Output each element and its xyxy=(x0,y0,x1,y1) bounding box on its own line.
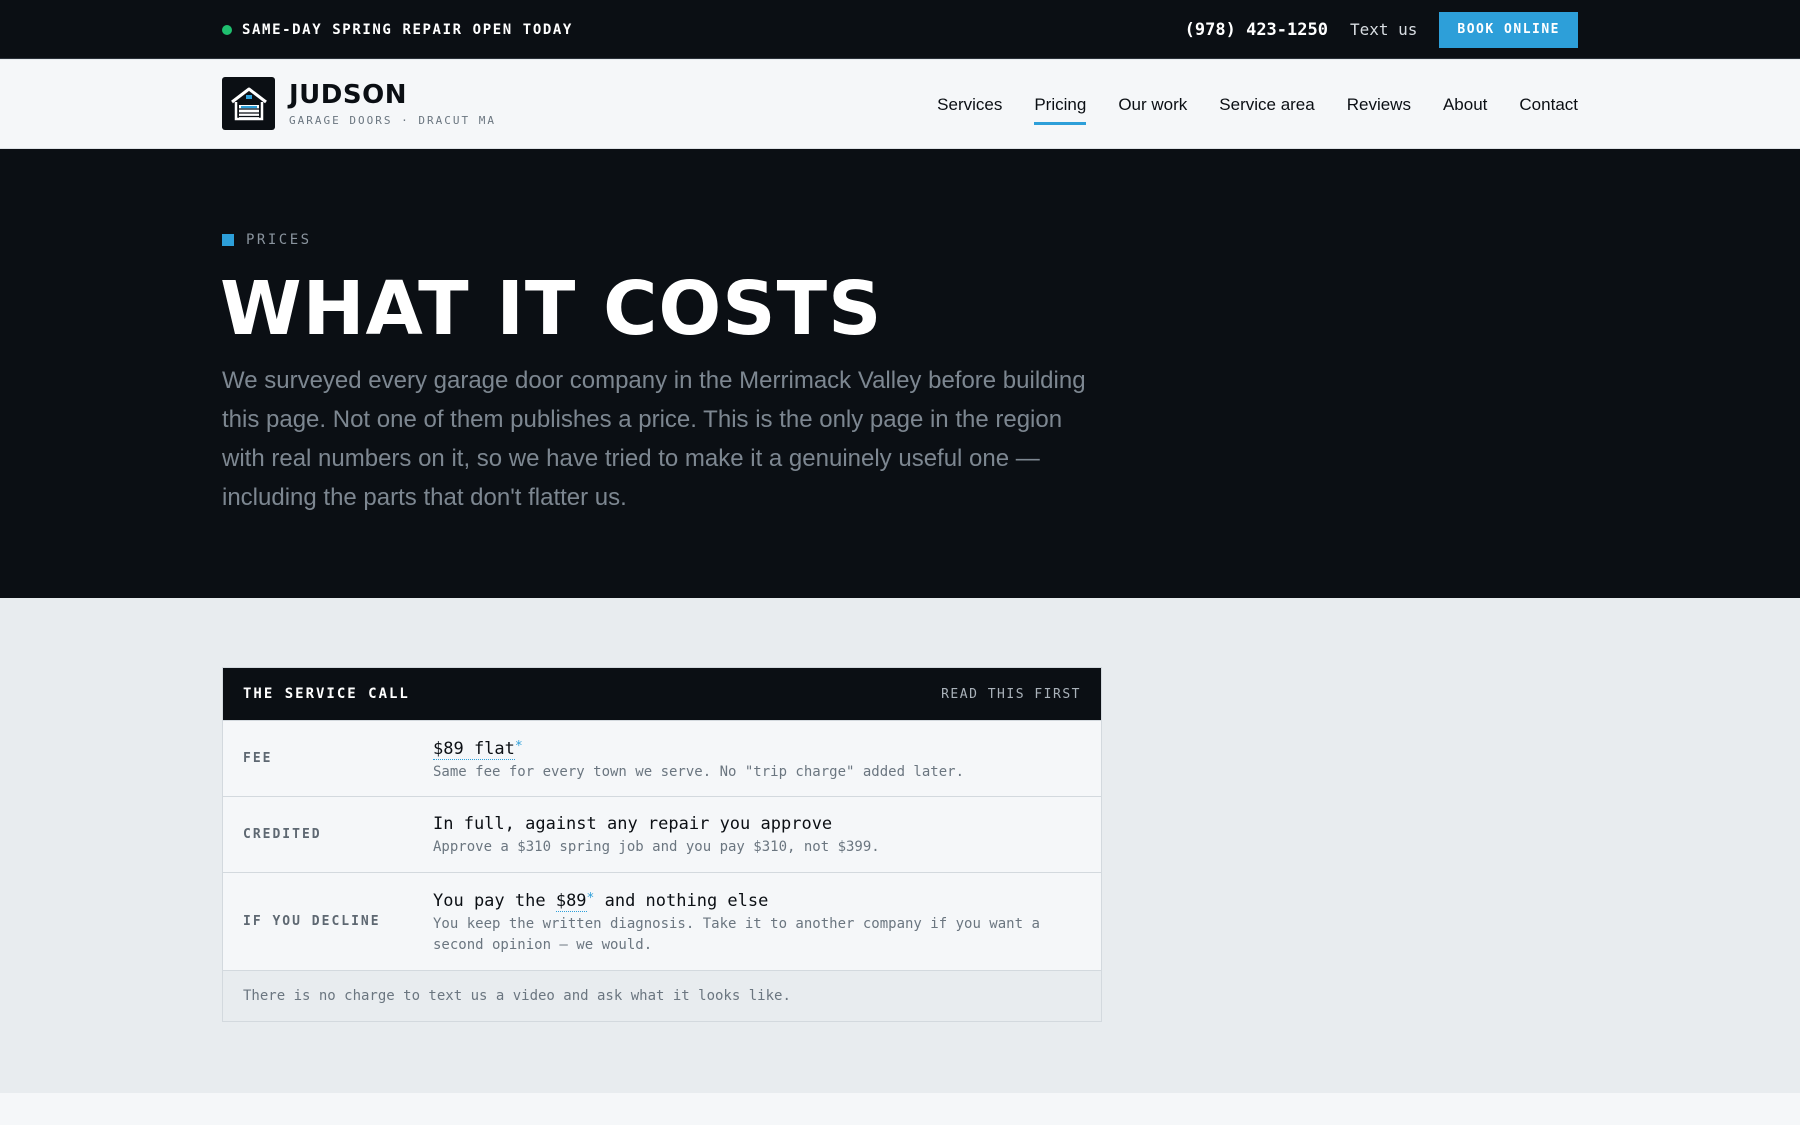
row-sub: Approve a $310 spring job and you pay $3… xyxy=(433,838,880,855)
nav-item-service-area[interactable]: Service area xyxy=(1219,95,1314,115)
nav-item-contact[interactable]: Contact xyxy=(1519,95,1578,115)
row-main-before: You pay the xyxy=(433,891,556,911)
row-value: In full, against any repair you approve … xyxy=(433,812,1101,858)
row-label: FEE xyxy=(243,751,273,766)
row-main-after: and nothing else xyxy=(594,891,769,911)
section-eyebrow: PRICES xyxy=(222,232,312,248)
brand-name: JUDSON xyxy=(289,79,407,110)
next-section-band xyxy=(0,1093,1800,1125)
table-row-fee: FEE $89 flat* Same fee for every town we… xyxy=(223,720,1101,796)
promo-banner: SAME-DAY SPRING REPAIR OPEN TODAY xyxy=(222,0,573,59)
logo-link[interactable]: JUDSON GARAGE DOORS · DRACUT MA xyxy=(222,77,496,130)
top-bar: SAME-DAY SPRING REPAIR OPEN TODAY (978) … xyxy=(0,0,1800,59)
promo-text: SAME-DAY SPRING REPAIR OPEN TODAY xyxy=(242,21,573,38)
hero-intro: We surveyed every garage door company in… xyxy=(222,367,1086,511)
row-sub: Same fee for every town we serve. No "tr… xyxy=(433,763,965,780)
nav-item-about[interactable]: About xyxy=(1443,95,1487,115)
garage-house-icon xyxy=(222,77,275,130)
nav-item-services[interactable]: Services xyxy=(937,95,1002,115)
row-value: You pay the $89* and nothing else You ke… xyxy=(433,887,1101,956)
brand-tagline: GARAGE DOORS · DRACUT MA xyxy=(289,113,496,127)
row-main: You pay the $89* and nothing else xyxy=(433,887,1061,913)
book-online-button[interactable]: BOOK ONLINE xyxy=(1439,11,1578,48)
row-main: $89 flat* xyxy=(433,735,1061,761)
card-footer-note: There is no charge to text us a video an… xyxy=(223,970,1101,1021)
row-value: $89 flat* Same fee for every town we ser… xyxy=(433,735,1101,783)
service-call-card: THE SERVICE CALL READ THIS FIRST FEE $89… xyxy=(222,667,1102,1022)
card-note: READ THIS FIRST xyxy=(941,686,1081,702)
status-dot-icon xyxy=(222,24,232,35)
row-sub: You keep the written diagnosis. Take it … xyxy=(433,916,1040,953)
fee-link[interactable]: $89 xyxy=(555,891,587,912)
table-row-credited: CREDITED In full, against any repair you… xyxy=(223,796,1101,872)
phone-link[interactable]: (978) 423-1250 xyxy=(1185,20,1328,40)
card-header: THE SERVICE CALL READ THIS FIRST xyxy=(223,668,1101,720)
row-label: CREDITED xyxy=(243,827,322,842)
fee-link[interactable]: $89 flat xyxy=(433,738,515,760)
nav-item-reviews[interactable]: Reviews xyxy=(1347,95,1411,115)
top-bar-actions: (978) 423-1250 Text us BOOK ONLINE xyxy=(1185,0,1578,59)
table-row-decline: IF YOU DECLINE You pay the $89* and noth… xyxy=(223,872,1101,970)
text-us-link[interactable]: Text us xyxy=(1350,20,1417,39)
nav-item-pricing[interactable]: Pricing xyxy=(1034,95,1086,125)
footnote-asterisk[interactable]: * xyxy=(515,739,523,754)
row-main: In full, against any repair you approve xyxy=(433,813,833,834)
brand: JUDSON GARAGE DOORS · DRACUT MA xyxy=(289,81,496,127)
row-label: IF YOU DECLINE xyxy=(243,914,381,929)
square-bullet-icon xyxy=(222,234,234,246)
primary-nav: Services Pricing Our work Service area R… xyxy=(937,60,1578,149)
nav-item-our-work[interactable]: Our work xyxy=(1118,95,1187,115)
page-title: WHAT IT COSTS xyxy=(220,266,883,352)
eyebrow-label: PRICES xyxy=(246,232,312,248)
main-header: JUDSON GARAGE DOORS · DRACUT MA Services… xyxy=(0,60,1800,149)
hero-section: PRICES WHAT IT COSTS We surveyed every g… xyxy=(0,149,1800,598)
card-title: THE SERVICE CALL xyxy=(243,686,410,702)
